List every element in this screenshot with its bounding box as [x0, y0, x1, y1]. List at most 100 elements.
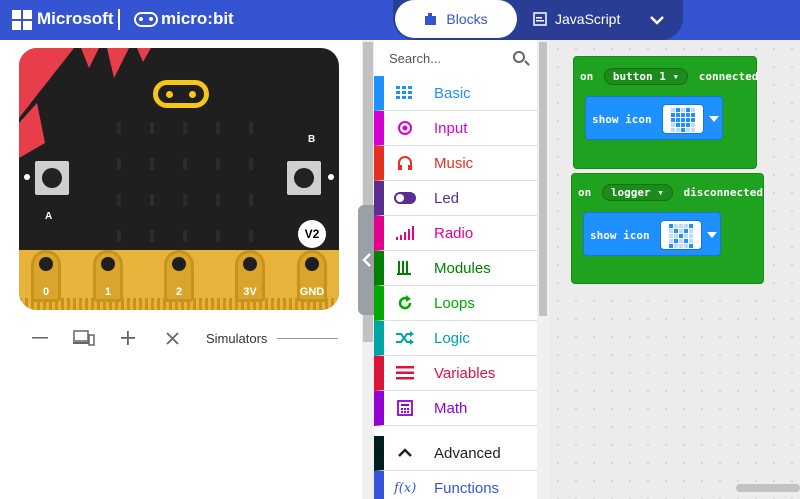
editor-tabs: Blocks JavaScript [393, 0, 683, 40]
workspace-scrollbar[interactable] [736, 484, 800, 492]
puzzle-icon [425, 13, 437, 25]
show-icon-label: show icon [590, 229, 650, 242]
category-loops[interactable]: Loops [374, 286, 537, 321]
toolbox-scrollbar[interactable] [537, 40, 549, 499]
simulators-divider [277, 337, 338, 339]
microbit-board[interactable]: A B V2 0 1 2 3V GND [19, 48, 339, 310]
button-dropdown[interactable]: button 1 ▾ [603, 68, 689, 85]
x-icon-picker[interactable] [660, 220, 717, 250]
microsoft-brand: Microsoft [37, 9, 114, 28]
signal-icon [396, 226, 414, 240]
side-dot-left [24, 174, 30, 180]
button-b-label: B [308, 134, 316, 145]
category-basic[interactable]: Basic [374, 76, 537, 111]
pin-label-gnd: GND [299, 286, 325, 298]
loop-icon [398, 295, 412, 310]
minus-icon [32, 337, 48, 339]
category-input[interactable]: Input [374, 111, 537, 146]
block-header: on button 1 ▾ connected [580, 68, 758, 85]
product-name[interactable]: micro:bit [161, 9, 234, 29]
side-dot-right [328, 174, 334, 180]
grid-icon [396, 86, 412, 99]
category-label: Led [434, 189, 460, 207]
chevron-down-icon [707, 232, 717, 238]
show-icon-block-1[interactable]: show icon [585, 96, 723, 140]
add-simulator-button[interactable] [106, 331, 150, 345]
block-header: on logger ▾ disconnected [578, 184, 763, 201]
version-badge: V2 [298, 220, 326, 248]
chevron-up-icon [398, 448, 412, 457]
devices-icon [73, 330, 95, 346]
shuffle-icon [396, 331, 414, 345]
logger-dropdown[interactable]: logger ▾ [601, 184, 673, 201]
pin-label-3v: 3V [243, 286, 257, 298]
category-label: Math [434, 399, 468, 417]
toolbox-scroll-thumb[interactable] [539, 42, 547, 316]
chevron-left-icon [362, 253, 371, 267]
category-modules[interactable]: Modules [374, 251, 537, 286]
disconnected-keyword: disconnected [683, 186, 763, 199]
search-bar[interactable]: Search... [374, 40, 537, 76]
board-body: A B V2 0 1 2 3V GND [19, 48, 339, 310]
show-icon-block-2[interactable]: show icon [583, 212, 721, 256]
category-music[interactable]: Music [374, 146, 537, 181]
category-label: Basic [434, 84, 471, 102]
category-label: Music [434, 154, 474, 172]
minimize-button[interactable] [18, 336, 62, 340]
category-led[interactable]: Led [374, 181, 537, 216]
pin-label-2: 2 [175, 286, 183, 298]
heart-icon-picker[interactable] [662, 104, 719, 134]
category-radio[interactable]: Radio [374, 216, 537, 251]
function-icon: f(x) [394, 480, 417, 496]
tab-blocks-label: Blocks [446, 11, 488, 27]
microbit-logo-icon [134, 12, 158, 27]
plus-icon [121, 331, 135, 345]
category-logic[interactable]: Logic [374, 321, 537, 356]
connected-keyword: connected [698, 70, 759, 83]
category-variables[interactable]: Variables [374, 356, 537, 391]
button-a-label: A [45, 211, 53, 222]
category-math[interactable]: Math [374, 391, 537, 426]
category-label: Advanced [434, 444, 501, 462]
header-bar: Microsoft micro:bit Blocks JavaScript [0, 0, 800, 40]
category-label: Loops [434, 294, 475, 312]
close-icon [165, 331, 179, 345]
devices-button[interactable] [62, 330, 106, 346]
tab-blocks[interactable]: Blocks [395, 0, 517, 38]
button-a[interactable] [35, 161, 69, 195]
search-input[interactable]: Search... [389, 51, 441, 66]
language-dropdown-button[interactable] [645, 8, 669, 32]
button-dropdown-value: button 1 [612, 70, 666, 83]
tab-javascript[interactable]: JavaScript [533, 0, 643, 38]
close-simulator-button[interactable] [150, 331, 194, 345]
blocks-workspace[interactable]: on button 1 ▾ connected show icon on log… [549, 40, 800, 499]
tab-javascript-label: JavaScript [555, 11, 621, 27]
microsoft-logo-icon [12, 10, 32, 30]
logger-dropdown-value: logger [610, 186, 651, 199]
headphones-icon [398, 156, 412, 170]
simulators-label: Simulators [206, 330, 268, 346]
category-advanced[interactable]: Advanced [374, 436, 537, 471]
code-file-icon [533, 12, 547, 26]
toolbox: Search... Basic Input Music Led Radio Mo… [374, 40, 537, 499]
category-label: Radio [434, 224, 474, 242]
modules-icon [397, 261, 411, 275]
search-icon[interactable] [513, 51, 525, 63]
category-functions[interactable]: f(x) Functions [374, 471, 537, 499]
pin-label-1: 1 [104, 286, 112, 298]
calculator-icon [397, 400, 413, 416]
simulator-toolbar: Simulators [18, 328, 338, 348]
on-keyword: on [578, 186, 592, 199]
button-b[interactable] [287, 161, 321, 195]
chevron-down-icon [650, 16, 664, 25]
category-label: Variables [434, 364, 496, 382]
x-icon [669, 224, 693, 248]
category-label: Input [434, 119, 468, 137]
category-label: Functions [434, 479, 500, 497]
heart-icon [671, 108, 695, 132]
category-label: Logic [434, 329, 470, 347]
touch-logo[interactable] [153, 80, 209, 108]
header-divider [118, 9, 120, 30]
target-icon [398, 121, 412, 135]
pin-label-0: 0 [42, 286, 50, 298]
